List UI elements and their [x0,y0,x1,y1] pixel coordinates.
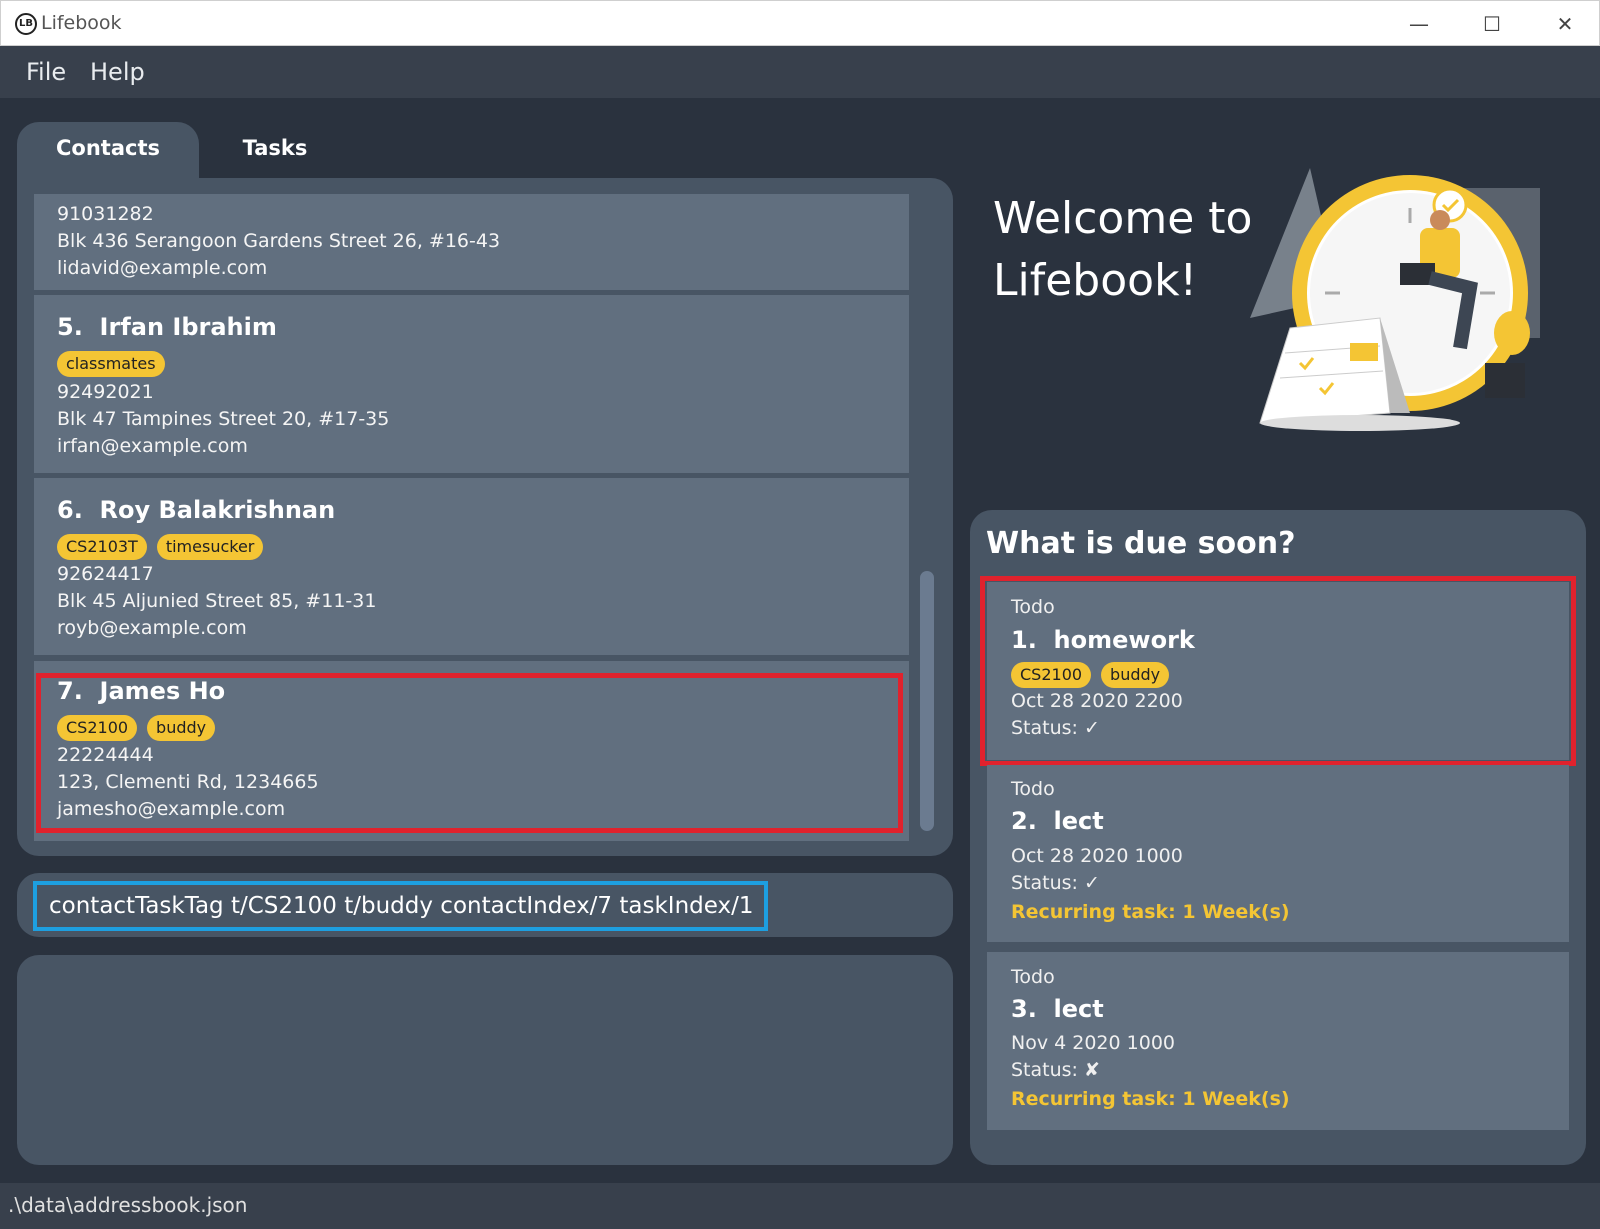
due-soon-title: What is due soon? [986,526,1296,561]
task-recurring: Recurring task: 1 Week(s) [1011,901,1290,923]
contact-card[interactable]: 6. Roy Balakrishnan CS2103T timesucker 9… [34,478,909,655]
status-bar: .\data\addressbook.json [0,1183,1600,1229]
maximize-button[interactable]: ☐ [1472,9,1512,39]
tag: classmates [57,351,165,377]
contact-address: Blk 47 Tampines Street 20, #17-35 [57,408,390,430]
contact-email: royb@example.com [57,617,247,639]
tag: timesucker [156,534,264,560]
task-name: 2. lect [1011,807,1104,835]
task-date: Oct 28 2020 1000 [1011,845,1183,867]
task-highlight-box [980,576,1576,766]
task-index: 3. [1011,995,1037,1023]
task-date: Nov 4 2020 1000 [1011,1032,1175,1054]
contact-card[interactable]: 91031282 Blk 436 Serangoon Gardens Stree… [34,194,909,290]
contact-index: 6. [57,496,83,524]
task-type: Todo [1011,778,1055,800]
result-display [17,955,953,1165]
minimize-button[interactable]: — [1399,9,1439,39]
task-status: Status: ✓ [1011,872,1100,894]
data-file-path: .\data\addressbook.json [8,1193,248,1217]
task-name-text: lect [1053,995,1104,1023]
task-type: Todo [1011,966,1055,988]
lifebook-logo-icon: LB [15,13,37,35]
clock-calendar-illustration-icon [1250,168,1540,431]
tab-tasks[interactable]: Tasks [205,122,345,182]
contact-name-text: Roy Balakrishnan [99,496,336,524]
task-name: 3. lect [1011,995,1104,1023]
menu-help[interactable]: Help [90,58,145,86]
menu-bar: File Help [0,46,1600,98]
contact-name: 5. Irfan Ibrahim [57,313,277,341]
contact-name: 6. Roy Balakrishnan [57,496,335,524]
contact-phone: 91031282 [57,203,154,225]
contact-address: Blk 436 Serangoon Gardens Street 26, #16… [57,230,501,252]
command-input[interactable] [33,881,768,931]
task-card[interactable]: Todo 2. lect Oct 28 2020 1000 Status: ✓ … [987,765,1569,942]
welcome-line-1: Welcome to [993,193,1253,244]
due-soon-panel: What is due soon? Todo 1. homework CS210… [970,510,1586,1165]
contact-email: irfan@example.com [57,435,248,457]
tag: CS2103T [57,534,147,560]
contact-list-scrollbar[interactable] [920,571,934,831]
task-card[interactable]: Todo 3. lect Nov 4 2020 1000 Status: ✘ R… [987,952,1569,1130]
window-title: Lifebook [41,12,122,34]
contact-list-panel[interactable]: 91031282 Blk 436 Serangoon Gardens Stree… [17,178,953,856]
tab-contacts[interactable]: Contacts [17,122,199,182]
contact-index: 5. [57,313,83,341]
welcome-line-2: Lifebook! [993,255,1198,306]
menu-file[interactable]: File [26,58,66,86]
task-status: Status: ✘ [1011,1059,1100,1081]
contact-phone: 92492021 [57,381,154,403]
task-name-text: lect [1053,807,1104,835]
command-box [17,873,953,937]
task-recurring: Recurring task: 1 Week(s) [1011,1088,1290,1110]
contact-name-text: Irfan Ibrahim [99,313,277,341]
close-button[interactable]: ✕ [1545,9,1585,39]
contact-phone: 92624417 [57,563,154,585]
contact-highlight-box [36,673,903,833]
contact-email: lidavid@example.com [57,257,268,279]
title-bar: LB Lifebook — ☐ ✕ [0,0,1600,46]
welcome-message: Welcome to Lifebook! [993,188,1252,312]
contact-tags: CS2103T timesucker [57,534,264,560]
contact-address: Blk 45 Aljunied Street 85, #11-31 [57,590,377,612]
contact-tags: classmates [57,351,165,377]
contact-card[interactable]: 5. Irfan Ibrahim classmates 92492021 Blk… [34,295,909,473]
task-index: 2. [1011,807,1037,835]
